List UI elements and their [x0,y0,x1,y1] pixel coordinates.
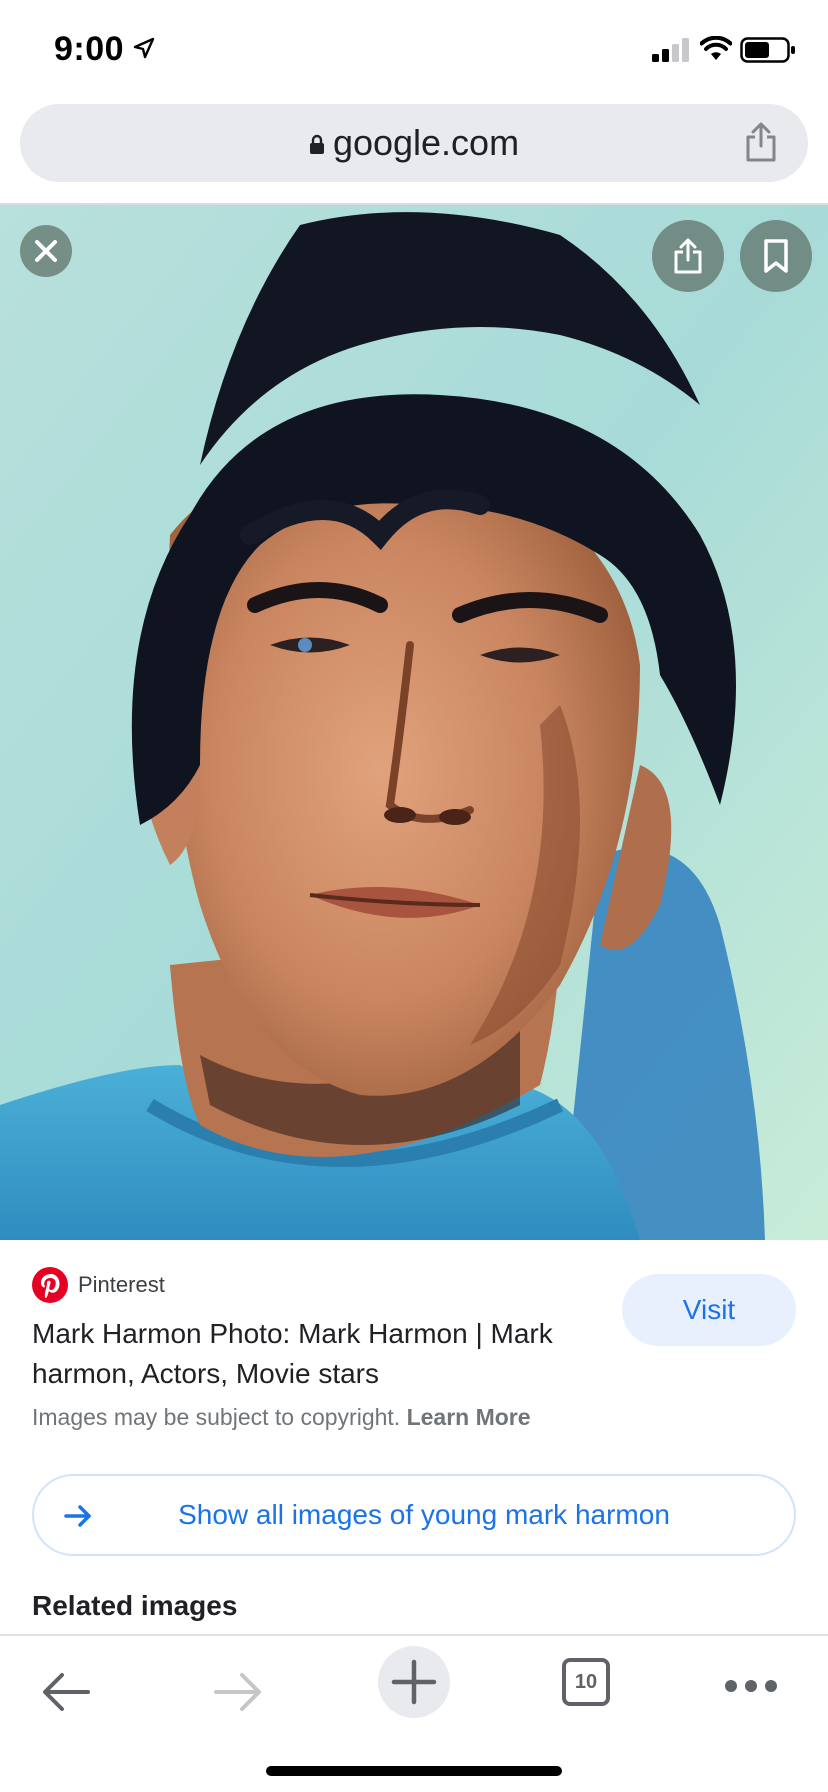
lock-icon [309,134,324,154]
visit-button[interactable]: Visit [622,1274,796,1346]
more-options-button[interactable] [720,1666,782,1706]
save-image-button[interactable] [740,220,812,292]
show-all-label: Show all images of young mark harmon [178,1499,670,1530]
related-images-heading: Related images [32,1590,238,1621]
home-indicator [266,1766,562,1776]
tab-switcher-button[interactable]: 10 [562,1658,616,1710]
source-row[interactable]: Pinterest [32,1266,165,1304]
copyright-notice: Images may be subject to copyright. Lear… [32,1404,531,1431]
tab-count: 10 [562,1658,610,1706]
cellular-signal-icon [652,38,689,62]
status-time: 9:00 [54,30,125,68]
address-bar[interactable]: google.com [20,104,808,182]
portrait-photo [0,205,828,1240]
wifi-icon [700,36,732,60]
show-all-images-button[interactable]: Show all images of young mark harmon [32,1474,796,1556]
close-button[interactable] [20,225,72,277]
bookmark-icon [764,239,788,273]
back-arrow-icon [43,1673,90,1711]
url-text: google.com [332,122,520,163]
pinterest-logo-icon [32,1267,68,1303]
share-icon [674,238,702,274]
more-dots-icon [725,1680,777,1692]
back-button[interactable] [34,1660,98,1724]
location-arrow-icon [133,37,155,59]
close-icon [35,240,57,262]
plus-icon [391,1659,437,1705]
forward-arrow-icon [214,1673,261,1711]
share-icon[interactable] [744,122,778,162]
copyright-text: Images may be subject to copyright. [32,1404,401,1430]
learn-more-link[interactable]: Learn More [407,1404,531,1430]
source-name[interactable]: Pinterest [78,1272,165,1298]
status-bar: 9:00 [0,0,828,98]
forward-button[interactable] [206,1660,270,1724]
battery-icon [740,37,795,63]
share-image-button[interactable] [652,220,724,292]
result-title[interactable]: Mark Harmon Photo: Mark Harmon | Mark ha… [32,1314,612,1394]
new-tab-button[interactable] [378,1646,450,1718]
result-image[interactable] [0,205,828,1240]
